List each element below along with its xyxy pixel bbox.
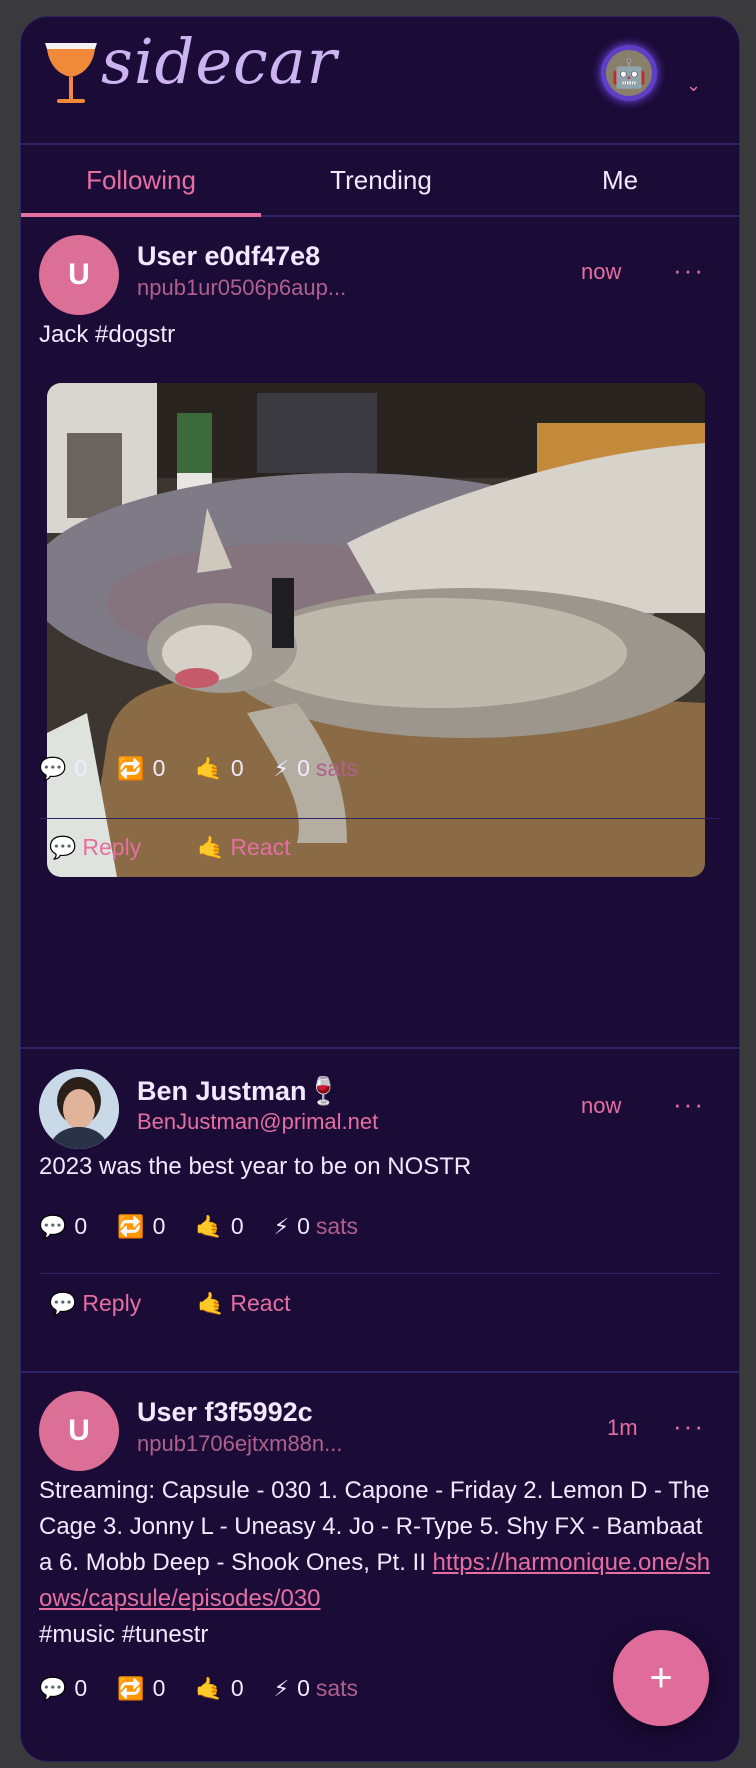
repost-count: 🔁 0 — [117, 1213, 166, 1239]
app-logo-text: sidecar — [101, 25, 338, 98]
post-timestamp: now — [581, 1093, 622, 1118]
hand-icon: 🤙 — [197, 834, 225, 860]
post-stats: 💬 0 🔁 0 🤙 0 ⚡ 0 sats — [39, 1213, 388, 1240]
reply-button[interactable]: 💬 Reply — [49, 1290, 141, 1317]
repost-icon: 🔁 — [117, 755, 145, 781]
react-button[interactable]: 🤙 React — [197, 834, 291, 861]
post-author-nip05: BenJustman@primal.net — [137, 1109, 379, 1134]
reply-count: 💬 0 — [39, 755, 88, 781]
post-author-name[interactable]: Ben Justman🍷 — [137, 1075, 340, 1107]
comment-icon: 💬 — [49, 834, 77, 860]
tab-following[interactable]: Following — [21, 145, 261, 215]
post-avatar[interactable]: U — [39, 235, 119, 315]
comment-icon: 💬 — [39, 1213, 67, 1239]
post-avatar[interactable]: U — [39, 1391, 119, 1471]
repost-count: 🔁 0 — [117, 1675, 166, 1701]
post-avatar[interactable] — [39, 1069, 119, 1149]
post-stats: 💬 0 🔁 0 🤙 0 ⚡ 0 sats — [39, 1675, 388, 1702]
zap-count: ⚡ 0 sats — [273, 1213, 359, 1239]
account-avatar-button[interactable]: 🤖 — [601, 45, 657, 101]
more-options-icon[interactable]: ··· — [673, 1411, 705, 1442]
reply-count: 💬 0 — [39, 1213, 88, 1239]
chevron-down-icon[interactable]: ⌄ — [686, 75, 701, 96]
react-button[interactable]: 🤙 React — [197, 1290, 291, 1317]
hand-icon: 🤙 — [195, 1213, 223, 1239]
post-author-npub: npub1ur0506p6aup... — [137, 275, 347, 300]
cocktail-glass-icon — [45, 43, 97, 103]
post-author-name[interactable]: User f3f5992c — [137, 1397, 313, 1428]
post-timestamp: 1m — [607, 1415, 638, 1440]
hand-icon: 🤙 — [197, 1290, 225, 1316]
hand-icon: 🤙 — [195, 1675, 223, 1701]
comment-icon: 💬 — [39, 1675, 67, 1701]
reaction-count: 🤙 0 — [195, 1675, 244, 1701]
post-card: U User e0df47e8 npub1ur0506p6aup... now … — [21, 217, 739, 1049]
repost-count: 🔁 0 — [117, 755, 166, 781]
repost-icon: 🔁 — [117, 1213, 145, 1239]
lightning-icon: ⚡ — [273, 755, 290, 781]
comment-icon: 💬 — [39, 755, 67, 781]
zap-count: ⚡ 0 sats — [273, 1675, 359, 1701]
post-card: Ben Justman🍷 BenJustman@primal.net now ·… — [21, 1049, 739, 1373]
post-text: 2023 was the best year to be on NOSTR — [39, 1153, 472, 1180]
lightning-icon: ⚡ — [273, 1675, 290, 1701]
more-options-icon[interactable]: ··· — [673, 255, 705, 286]
repost-icon: 🔁 — [117, 1675, 145, 1701]
post-author-npub: npub1706ejtxm88n... — [137, 1431, 343, 1456]
reaction-count: 🤙 0 — [195, 755, 244, 781]
post-text: Streaming: Capsule - 030 1. Capone - Fri… — [39, 1473, 713, 1653]
reply-count: 💬 0 — [39, 1675, 88, 1701]
post-image-dog[interactable] — [47, 383, 705, 877]
divider — [39, 1273, 719, 1274]
post-hashtags[interactable]: #music #tunestr — [39, 1621, 208, 1648]
app-window: sidecar 🤖 ⌄ Following Trending Me U User… — [20, 16, 740, 1762]
robot-avatar-icon: 🤖 — [606, 50, 652, 96]
tab-trending[interactable]: Trending — [261, 145, 501, 215]
post-text: Jack #dogstr — [39, 321, 176, 348]
compose-post-button[interactable]: + — [613, 1630, 709, 1726]
lightning-icon: ⚡ — [273, 1213, 290, 1239]
more-options-icon[interactable]: ··· — [673, 1089, 705, 1120]
post-timestamp: now — [581, 259, 622, 284]
hand-icon: 🤙 — [195, 755, 223, 781]
divider — [39, 818, 719, 819]
tab-me[interactable]: Me — [501, 145, 739, 215]
reply-button[interactable]: 💬 Reply — [49, 834, 141, 861]
app-header: sidecar 🤖 ⌄ — [21, 17, 739, 145]
reaction-count: 🤙 0 — [195, 1213, 244, 1239]
post-author-name[interactable]: User e0df47e8 — [137, 241, 320, 272]
feed-tabs: Following Trending Me — [21, 145, 739, 217]
post-stats: 💬 0 🔁 0 🤙 0 ⚡ 0 sats — [39, 755, 388, 782]
comment-icon: 💬 — [49, 1290, 77, 1316]
profile-photo — [39, 1069, 119, 1149]
zap-count: ⚡ 0 sats — [273, 755, 359, 781]
